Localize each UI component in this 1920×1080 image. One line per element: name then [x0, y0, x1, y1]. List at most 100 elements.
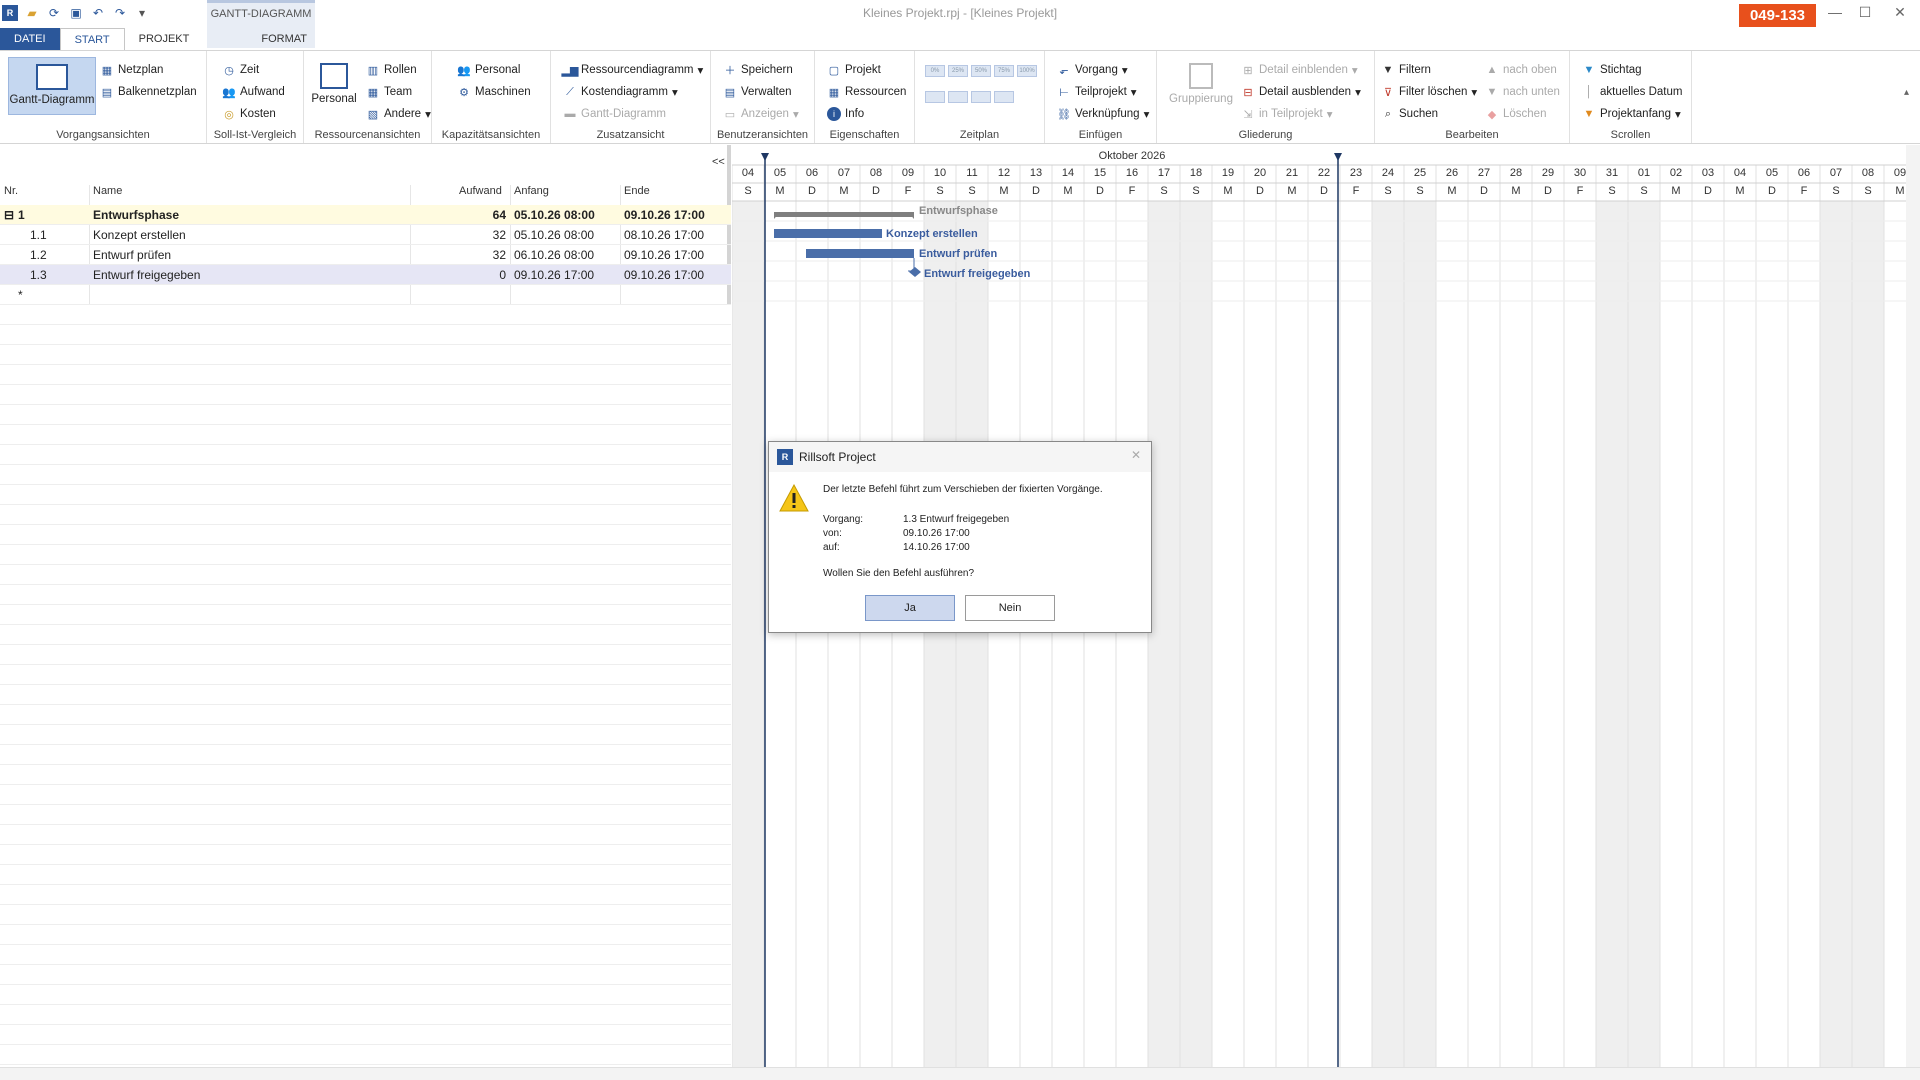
collapse-icon: ⊟	[1243, 86, 1253, 99]
dialog-question: Wollen Sie den Befehl ausführen?	[823, 568, 975, 579]
table-row[interactable]: 1.1 Konzept erstellen 32 05.10.26 08:00 …	[0, 225, 731, 245]
column-header-ende[interactable]: Ende	[624, 185, 650, 203]
table-row[interactable]: ⊟ 1 Entwurfsphase 64 05.10.26 08:00 09.1…	[0, 205, 731, 225]
suchen-button[interactable]: ⌕ Suchen	[1381, 105, 1438, 123]
andere-button[interactable]: ▧ Andere ▾	[366, 105, 431, 123]
yes-button[interactable]: Ja	[865, 595, 955, 621]
zoom-0-button[interactable]: 0%	[925, 65, 945, 77]
verknuepfung-button[interactable]: ⛓ Verknüpfung ▾	[1057, 105, 1149, 123]
kosten-button[interactable]: ◎ Kosten	[222, 105, 276, 123]
tab-projekt[interactable]: PROJEKT	[125, 28, 204, 50]
gantt-diagram-button[interactable]: Gantt-Diagramm	[8, 57, 96, 115]
weekday-label: D	[1768, 185, 1776, 197]
weekday-label: D	[1096, 185, 1104, 197]
zoom-100-button[interactable]: 100%	[1017, 65, 1037, 77]
stichtag-button[interactable]: ▼ Stichtag	[1582, 61, 1642, 79]
dropdown-icon: ▾	[1143, 109, 1150, 121]
dropdown-icon: ▾	[1351, 65, 1358, 77]
horizontal-scrollbar[interactable]	[0, 1067, 1920, 1080]
kap-personal-label: Personal	[475, 64, 521, 76]
dialog-close-icon[interactable]: ✕	[1131, 448, 1141, 462]
nach-oben-button[interactable]: ▲ nach oben	[1485, 61, 1557, 79]
day-label: 07	[1830, 167, 1842, 179]
projekt-button[interactable]: ▢ Projekt	[827, 61, 881, 79]
detail-ausblenden-button[interactable]: ⊟ Detail ausblenden ▾	[1241, 83, 1360, 101]
ressdiag-label: Ressourcendiagramm	[581, 64, 694, 76]
filter-loeschen-button[interactable]: ⊽ Filter löschen ▾	[1381, 83, 1477, 101]
in-teilprojekt-button[interactable]: ⇲ in Teilprojekt ▾	[1241, 105, 1332, 123]
zeit-button[interactable]: ◷ Zeit	[222, 61, 259, 79]
maschinen-button[interactable]: ⚙ Maschinen	[457, 83, 531, 101]
weekday-label: M	[999, 185, 1008, 197]
team-button[interactable]: ▦ Team	[366, 83, 412, 101]
balkennetzplan-button[interactable]: ▤ Balkennetzplan	[100, 83, 197, 101]
aktuelles-datum-button[interactable]: │ aktuelles Datum	[1582, 83, 1683, 101]
rollen-button[interactable]: ▥ Rollen	[366, 61, 417, 79]
column-header-aufwand[interactable]: Aufwand	[459, 185, 502, 203]
zusatz-gantt-button[interactable]: ▬ Gantt-Diagramm	[563, 105, 667, 123]
tab-datei[interactable]: DATEI	[0, 28, 60, 50]
column-header-anfang[interactable]: Anfang	[514, 185, 549, 203]
zoom-50-button[interactable]: 50%	[971, 65, 991, 77]
filtern-button[interactable]: ▼ Filtern	[1381, 61, 1431, 79]
vorgang-button[interactable]: ⬐ Vorgang ▾	[1057, 61, 1127, 79]
netzplan-button[interactable]: ▦ Netzplan	[100, 61, 164, 79]
group-bearbeiten: ▼ Filtern ⊽ Filter löschen ▾ ⌕ Suchen ▲ nach …	[1375, 51, 1570, 143]
table-row[interactable]: 1.2 Entwurf prüfen 32 06.10.26 08:00 09.…	[0, 245, 731, 265]
row-nr: 1	[18, 208, 25, 222]
speichern-button[interactable]: ＋ Speichern	[723, 61, 793, 79]
collapse-table-button[interactable]: <<	[712, 156, 725, 168]
zoom-25-button[interactable]: 25%	[948, 65, 968, 77]
subproject-move-icon: ⇲	[1243, 108, 1253, 121]
projektanfang-button[interactable]: ▼ Projektanfang ▾	[1582, 105, 1681, 123]
vertical-scrollbar[interactable]	[1906, 145, 1920, 1069]
tab-format[interactable]: FORMAT	[247, 28, 321, 50]
info-button[interactable]: i Info	[827, 105, 864, 123]
grouping-icon	[1189, 63, 1213, 89]
weekday-label: M	[1671, 185, 1680, 197]
loeschen-button[interactable]: ◆ Löschen	[1485, 105, 1547, 123]
date-marker-icon	[1334, 153, 1342, 161]
teilprojekt-button[interactable]: ⊢ Teilprojekt ▾	[1057, 83, 1136, 101]
close-icon[interactable]: ✕	[1885, 4, 1915, 21]
schedule-icon[interactable]	[948, 91, 968, 103]
nach-unten-button[interactable]: ▼ nach unten	[1485, 83, 1560, 101]
weekday-label: D	[1032, 185, 1040, 197]
table-row-selected[interactable]: 1.3 Entwurf freigegeben 0 09.10.26 17:00…	[0, 265, 731, 285]
group-label: Benutzeransichten	[716, 129, 809, 141]
anzeigen-button[interactable]: ▭ Anzeigen ▾	[723, 105, 799, 123]
tab-start[interactable]: START	[59, 28, 125, 50]
schedule-icon[interactable]	[925, 91, 945, 103]
zoom-75-button[interactable]: 75%	[994, 65, 1014, 77]
column-header-nr[interactable]: Nr.	[4, 185, 18, 203]
weekend-column	[1628, 201, 1660, 1069]
group-label: Eigenschaften	[829, 129, 900, 141]
minimize-icon[interactable]: —	[1820, 4, 1850, 20]
personal-view-button[interactable]: Personal	[311, 57, 357, 105]
group-soll-ist: ◷ Zeit 👥 Aufwand ◎ Kosten Soll-Ist-Vergleic…	[207, 51, 304, 143]
weekend-column	[1372, 201, 1404, 1069]
weekday-label: M	[1447, 185, 1456, 197]
no-button[interactable]: Nein	[965, 595, 1055, 621]
gruppierung-button[interactable]: Gruppierung	[1165, 57, 1237, 105]
detail-einblenden-button[interactable]: ⊞ Detail einblenden ▾	[1241, 61, 1358, 79]
ribbon-collapse-icon[interactable]: ▴	[1904, 87, 1909, 98]
summary-toggle-icon[interactable]: ⊟	[4, 205, 14, 225]
maximize-icon[interactable]: ☐	[1850, 4, 1880, 21]
binoculars-icon: ⌕	[1384, 107, 1392, 120]
ressourcen-button[interactable]: ▦ Ressourcen	[827, 83, 907, 101]
column-header-name[interactable]: Name	[93, 185, 122, 203]
kostendiagramm-button[interactable]: ⟋ Kostendiagramm ▾	[563, 83, 678, 101]
kostendiag-label: Kostendiagramm	[581, 86, 668, 98]
kap-personal-button[interactable]: 👥 Personal	[457, 61, 520, 79]
table-row-new[interactable]: *	[0, 285, 731, 305]
weekend-column	[732, 201, 764, 1069]
schedule-icon[interactable]	[994, 91, 1014, 103]
aufwand-button[interactable]: 👥 Aufwand	[222, 83, 285, 101]
row-anfang: 09.10.26 17:00	[514, 268, 595, 282]
ressourcendiagramm-button[interactable]: ▂▆ Ressourcendiagramm ▾	[562, 61, 704, 79]
verwalten-button[interactable]: ▤ Verwalten	[723, 83, 792, 101]
ribbon: Gantt-Diagramm ▦ Netzplan ▤ Balkennetzplan…	[0, 50, 1920, 144]
ressourcen-label: Ressourcen	[845, 86, 907, 98]
schedule-icon[interactable]	[971, 91, 991, 103]
